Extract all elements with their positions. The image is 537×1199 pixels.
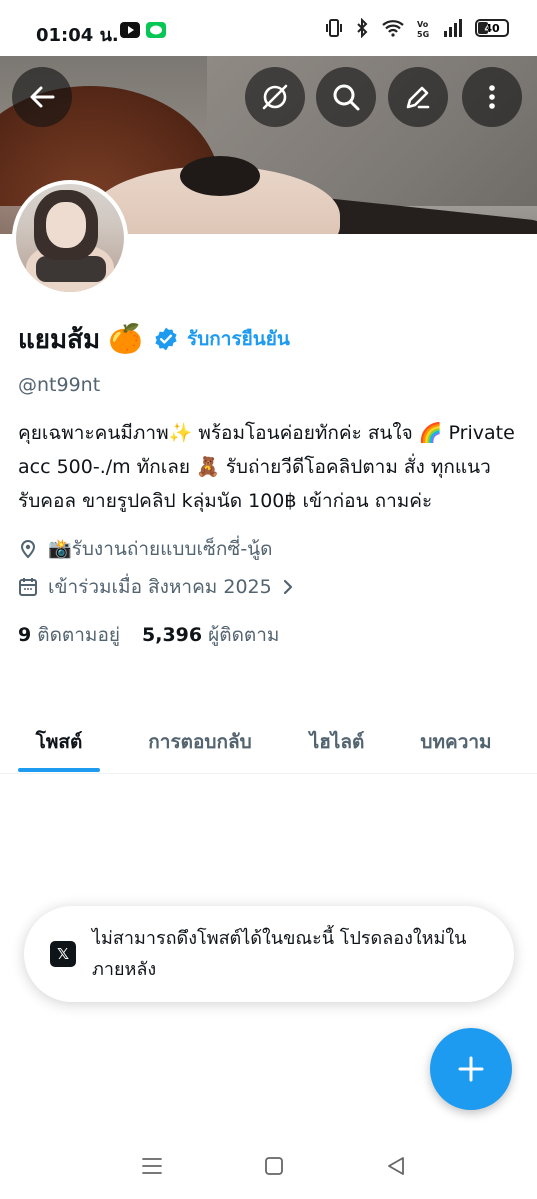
- volte-5g-icon: Vo5G: [417, 20, 429, 38]
- user-handle: @nt99nt: [18, 374, 101, 396]
- calendar-icon: [19, 578, 37, 596]
- followers-count: 5,396: [142, 624, 203, 646]
- vibrate-icon: [326, 19, 342, 37]
- joined-row[interactable]: เข้าร่วมเมื่อ สิงหาคม 2025: [18, 568, 518, 606]
- status-time: 01:04 น.: [36, 25, 119, 46]
- active-tab-indicator: [18, 768, 100, 772]
- following-label: ติดตามอยู่: [37, 624, 120, 646]
- tab-articles[interactable]: บทความ: [392, 712, 520, 772]
- tab-label: การตอบกลับ: [148, 731, 252, 753]
- profile-info: แยมส้ม 🍊 รับการยืนยัน @nt99nt คุยเฉพาะคน…: [18, 318, 518, 650]
- bio-text: คุยเฉพาะคนมีภาพ✨ พร้อมโอนค่อยทักค่ะ สนใจ…: [18, 422, 515, 512]
- followers-link[interactable]: 5,396 ผู้ติดตาม: [142, 620, 279, 650]
- search-icon: [333, 84, 360, 111]
- chevron-right-icon: [283, 579, 292, 595]
- name-row: แยมส้ม 🍊 รับการยืนยัน: [18, 318, 518, 360]
- following-count: 9: [18, 624, 32, 646]
- recent-apps-icon[interactable]: [140, 1154, 164, 1178]
- battery-icon: 40: [475, 19, 509, 37]
- back-button[interactable]: [12, 67, 72, 127]
- tab-highlights[interactable]: ไฮไลต์: [282, 712, 392, 772]
- grok-button[interactable]: [245, 67, 305, 127]
- plus-icon: [458, 1056, 484, 1082]
- avatar[interactable]: [12, 180, 128, 296]
- location-text: 📸รับงานถ่ายแบบเซ็กซี่-นู้ด: [48, 538, 273, 560]
- x-logo-icon: 𝕏: [50, 941, 76, 967]
- get-verified-link[interactable]: รับการยืนยัน: [187, 324, 290, 354]
- tab-replies[interactable]: การตอบกลับ: [118, 712, 282, 772]
- toast-message: ไม่สามารถดึงโพสต์ได้ในขณะนี้ โปรดลองใหม่…: [92, 928, 467, 980]
- arrow-left-icon: [30, 86, 55, 108]
- youtube-icon: [120, 22, 140, 38]
- svg-text:Vo: Vo: [417, 20, 429, 29]
- edit-button[interactable]: [388, 67, 448, 127]
- battery-text: 40: [484, 21, 500, 35]
- system-nav-bar: [0, 1134, 537, 1199]
- edit-icon: [406, 86, 430, 109]
- status-bar: 01:04 น. Vo 5G 40: [0, 0, 537, 56]
- svg-text:5G: 5G: [417, 30, 429, 38]
- back-icon[interactable]: [384, 1154, 408, 1178]
- location-row: 📸รับงานถ่ายแบบเซ็กซี่-นู้ด: [18, 530, 518, 568]
- tab-label: บทความ: [420, 731, 492, 753]
- location-pin-icon: [20, 540, 36, 559]
- status-icons: Vo 5G 40: [325, 18, 509, 38]
- profile-tabs: โพสต์ การตอบกลับ ไฮไลต์ บทความ: [0, 712, 537, 774]
- followers-label: ผู้ติดตาม: [208, 624, 280, 646]
- compose-post-button[interactable]: [430, 1028, 512, 1110]
- name-emoji: 🍊: [108, 322, 144, 355]
- signal-icon: [444, 19, 462, 37]
- follow-counts: 9 ติดตามอยู่ 5,396 ผู้ติดตาม: [18, 620, 518, 650]
- home-icon[interactable]: [262, 1154, 286, 1178]
- wifi-icon: [382, 20, 404, 37]
- following-link[interactable]: 9 ติดตามอยู่: [18, 620, 120, 650]
- grok-icon: [262, 84, 288, 110]
- joined-text: เข้าร่วมเมื่อ สิงหาคม 2025: [48, 576, 272, 598]
- more-vertical-icon: [489, 85, 495, 109]
- tab-label: ไฮไลต์: [309, 731, 365, 753]
- tab-label: โพสต์: [35, 731, 83, 753]
- line-app-icon: [146, 22, 166, 38]
- error-toast: 𝕏 ไม่สามารถดึงโพสต์ได้ในขณะนี้ โปรดลองให…: [24, 906, 514, 1002]
- bluetooth-icon: [357, 18, 368, 38]
- display-name: แยมส้ม: [18, 324, 101, 355]
- verified-badge-icon[interactable]: [153, 326, 179, 352]
- tab-posts[interactable]: โพสต์: [0, 712, 118, 772]
- more-button[interactable]: [462, 67, 522, 127]
- search-button[interactable]: [316, 67, 376, 127]
